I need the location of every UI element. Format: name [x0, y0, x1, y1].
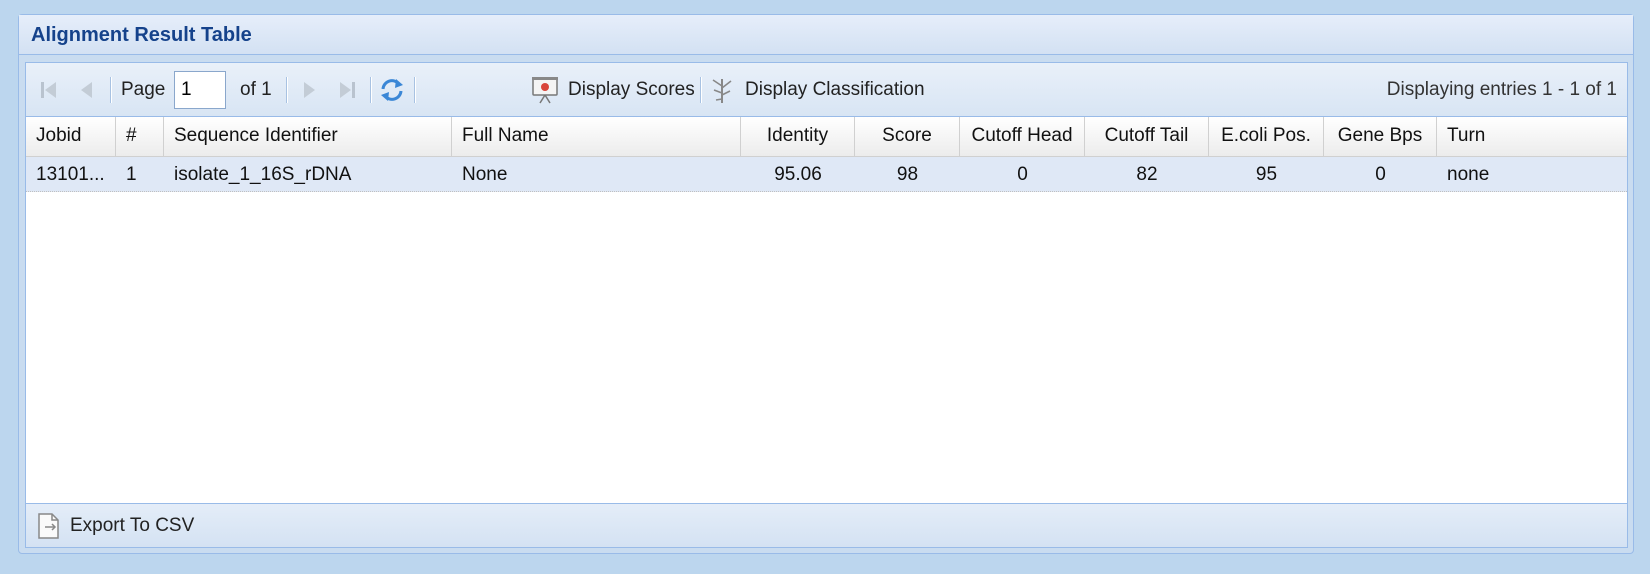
column-header-sequence-identifier[interactable]: Sequence Identifier — [164, 117, 452, 156]
cell-cutoff-head: 0 — [1017, 164, 1028, 185]
grid-footer-toolbar: Export To CSV — [26, 503, 1627, 547]
page-label: Page — [121, 79, 166, 100]
last-page-button[interactable] — [336, 63, 358, 117]
column-header-score[interactable]: Score — [855, 117, 960, 156]
cell-ecoli-pos: 95 — [1255, 164, 1278, 185]
grid-header: Jobid # Sequence Identifier Full Name Id… — [26, 117, 1627, 157]
column-header-jobid[interactable]: Jobid — [26, 117, 116, 156]
cell-identity: 95.06 — [774, 164, 822, 185]
cell-jobid: 13101... — [36, 164, 105, 185]
prev-page-icon — [81, 82, 92, 98]
display-scores-button[interactable]: Display Scores — [530, 63, 695, 117]
display-classification-button[interactable]: Display Classification — [709, 63, 925, 117]
tree-icon — [712, 79, 732, 103]
refresh-icon — [381, 79, 403, 101]
display-classification-label: Display Classification — [745, 79, 925, 100]
refresh-button[interactable] — [378, 63, 406, 117]
export-csv-label: Export To CSV — [70, 514, 195, 536]
panel-title: Alignment Result Table — [19, 15, 1633, 55]
column-header-index[interactable]: # — [116, 117, 164, 156]
cell-full-name: None — [462, 164, 508, 185]
page-number-input[interactable] — [174, 71, 226, 109]
column-header-cutoff-head[interactable]: Cutoff Head — [960, 117, 1085, 156]
entries-status: Displaying entries 1 - 1 of 1 — [1386, 79, 1617, 100]
page-count-label: of 1 — [240, 79, 272, 100]
cell-cutoff-tail: 82 — [1136, 164, 1158, 185]
cell-gene-bps: 0 — [1375, 164, 1386, 185]
paging-toolbar: Page of 1 — [26, 63, 1627, 117]
toolbar-separator — [414, 77, 416, 103]
last-page-icon — [340, 82, 355, 98]
cell-score: 98 — [896, 164, 919, 185]
column-header-cutoff-tail[interactable]: Cutoff Tail — [1085, 117, 1209, 156]
column-header-full-name[interactable]: Full Name — [452, 117, 741, 156]
column-header-turn[interactable]: Turn — [1437, 117, 1617, 156]
column-header-ecoli-pos[interactable]: E.coli Pos. — [1209, 117, 1324, 156]
presentation-icon — [532, 77, 558, 104]
column-header-gene-bps[interactable]: Gene Bps — [1324, 117, 1437, 156]
cell-index: 1 — [126, 164, 137, 185]
cell-sequence-identifier: isolate_1_16S_rDNA — [174, 164, 352, 185]
first-page-button[interactable] — [38, 63, 60, 117]
cell-turn: none — [1447, 164, 1490, 185]
toolbar-separator — [110, 77, 112, 103]
toolbar-separator — [370, 77, 372, 103]
toolbar-separator — [700, 77, 702, 103]
alignment-result-panel: Alignment Result Table Page 1 of 1 Displ… — [18, 14, 1634, 554]
table-row[interactable]: 13101... 1 isolate_1_16S_rDNA None 95.06… — [26, 157, 1627, 192]
next-page-button[interactable] — [298, 63, 320, 117]
display-scores-label: Display Scores — [568, 79, 695, 100]
column-header-identity[interactable]: Identity — [741, 117, 855, 156]
prev-page-button[interactable] — [76, 63, 98, 117]
first-page-icon — [41, 82, 56, 98]
grid-container: Page of 1 — [25, 62, 1628, 548]
toolbar-separator — [286, 77, 288, 103]
grid-empty-area — [26, 192, 1627, 482]
export-csv-button[interactable]: Export To CSV — [34, 511, 194, 541]
export-icon — [38, 512, 59, 539]
next-page-icon — [304, 82, 315, 98]
